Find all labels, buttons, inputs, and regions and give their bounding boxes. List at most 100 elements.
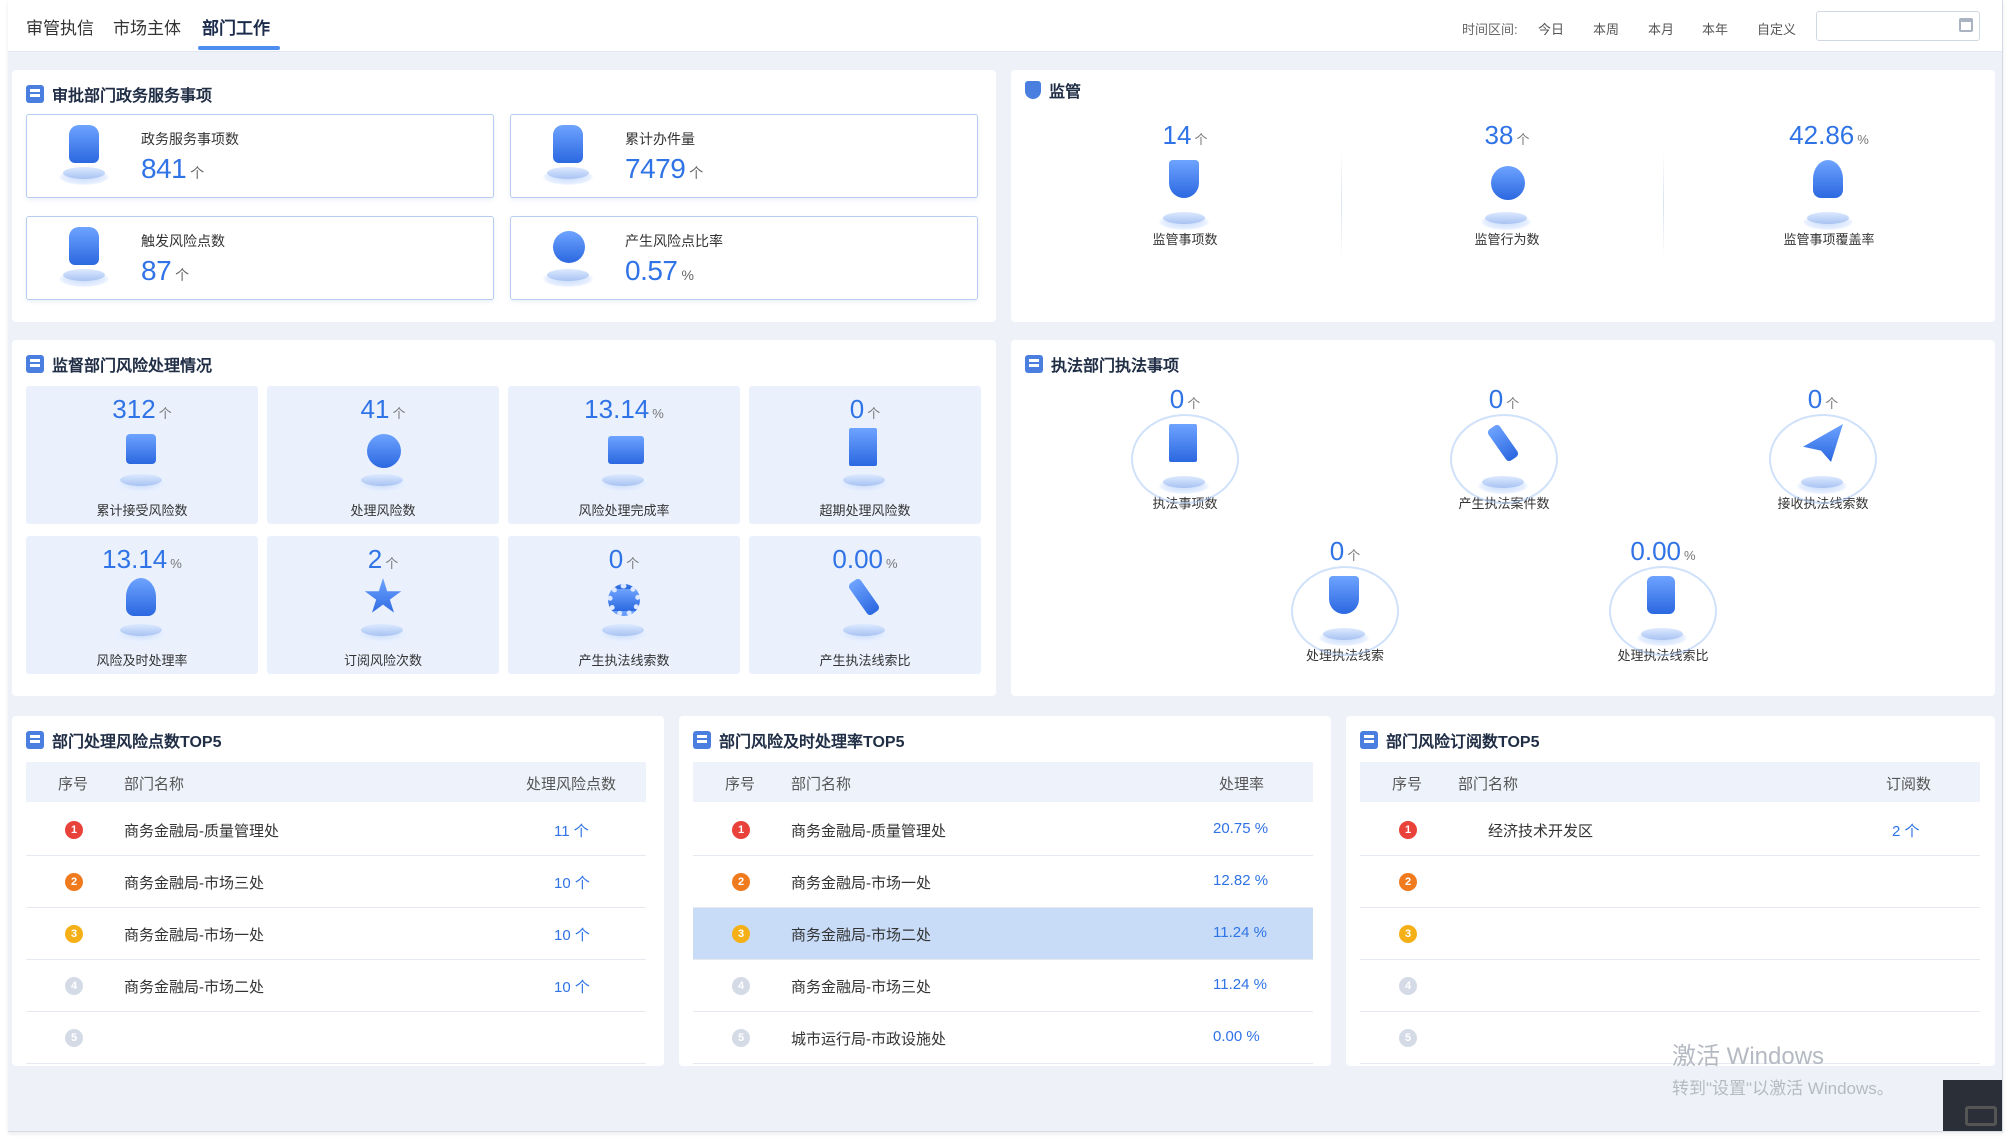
table-row[interactable]: 4 bbox=[1360, 960, 1980, 1012]
row-value: 0.00 % bbox=[1213, 1028, 1260, 1045]
check-badge-icon bbox=[537, 227, 599, 289]
risk-title-text: 监督部门风险处理情况 bbox=[52, 358, 213, 375]
supervision-panel: 监管 14 个 监管事项数 38 个 监管行为数 42.86% 监管事项覆盖率 bbox=[1011, 70, 1995, 322]
dept-name: 商务金融局-质量管理处 bbox=[791, 823, 946, 840]
risk-tile-processed: 41 个 处理风险数 bbox=[267, 386, 499, 524]
tile-label: 累计接受风险数 bbox=[96, 503, 188, 518]
table-row[interactable]: 3 bbox=[1360, 908, 1980, 960]
document-icon bbox=[1631, 576, 1695, 648]
table-row[interactable]: 1 商务金融局-质量管理处 11 个 bbox=[26, 804, 646, 856]
table-row[interactable]: 5 城市运行局-市政设施处 0.00 % bbox=[693, 1012, 1313, 1064]
rank-badge: 4 bbox=[732, 977, 750, 995]
windows-activation-hint: 转到"设置"以激活 Windows。 bbox=[1672, 1079, 1894, 1098]
table-header: 序号 部门名称 订阅数 bbox=[1360, 762, 1980, 802]
col-header-value: 订阅数 bbox=[1886, 776, 1932, 793]
time-option-week[interactable]: 本周 bbox=[1593, 19, 1619, 38]
stat-card-risk-points: 触发风险点数 87 个 bbox=[26, 216, 494, 300]
col-header-value: 处理风险点数 bbox=[526, 776, 617, 793]
time-option-today[interactable]: 今日 bbox=[1538, 19, 1564, 38]
monitor-icon bbox=[592, 428, 656, 494]
gears-icon bbox=[592, 578, 656, 644]
stat-card-service-items: 政务服务事项数 841 个 bbox=[26, 114, 494, 198]
active-tab-indicator bbox=[198, 46, 280, 50]
stat-label: 产生风险点比率 bbox=[625, 233, 723, 249]
top-subscriptions-panel: 部门风险订阅数TOP5 序号 部门名称 订阅数 1 经济技术开发区 2 个 2 3 4 5 bbox=[1346, 716, 1995, 1066]
risk-tile-overdue: 0个 超期处理风险数 bbox=[749, 386, 981, 524]
rank-badge: 3 bbox=[1399, 925, 1417, 943]
supervision-title-text: 监管 bbox=[1049, 84, 1082, 101]
rank-badge: 1 bbox=[65, 821, 83, 839]
row-value: 10 个 bbox=[554, 875, 590, 892]
table-row[interactable]: 2 商务金融局-市场三处 10 个 bbox=[26, 856, 646, 908]
hourglass-icon bbox=[833, 428, 897, 494]
calendar-icon[interactable] bbox=[1959, 18, 1973, 32]
date-range-input[interactable] bbox=[1816, 11, 1980, 41]
taskbar-corner bbox=[1943, 1080, 2002, 1131]
rank-badge: 4 bbox=[65, 977, 83, 995]
paper-plane-icon bbox=[1791, 424, 1855, 496]
building-icon bbox=[26, 731, 44, 749]
metric-supervision-items: 14 个 监管事项数 bbox=[1075, 120, 1295, 248]
risk-panel-title: 监督部门风险处理情况 bbox=[26, 352, 212, 376]
table-row[interactable]: 3 商务金融局-市场二处 11.24 % bbox=[693, 908, 1313, 960]
top-timely-rate-panel: 部门风险及时处理率TOP5 序号 部门名称 处理率 1 商务金融局-质量管理处 20… bbox=[679, 716, 1331, 1066]
col-header-value: 处理率 bbox=[1219, 776, 1265, 793]
table-title-text: 部门风险订阅数TOP5 bbox=[1386, 734, 1540, 751]
table-row[interactable]: 2 bbox=[1360, 856, 1980, 908]
approval-panel-title: 审批部门政务服务事项 bbox=[26, 82, 212, 106]
dept-name: 商务金融局-市场三处 bbox=[791, 979, 931, 996]
person-icon bbox=[1797, 160, 1861, 232]
metric-enforcement-items: 0个 执法事项数 bbox=[1075, 384, 1295, 512]
table-row[interactable]: 1 经济技术开发区 2 个 bbox=[1360, 804, 1980, 856]
dept-name: 经济技术开发区 bbox=[1488, 823, 1594, 840]
table-row[interactable]: 1 商务金融局-质量管理处 20.75 % bbox=[693, 804, 1313, 856]
row-value: 10 个 bbox=[554, 979, 590, 996]
table-row[interactable]: 4 商务金融局-市场三处 11.24 % bbox=[693, 960, 1313, 1012]
document-icon bbox=[1025, 355, 1043, 373]
approval-panel: 审批部门政务服务事项 政务服务事项数 841 个 累计办件量 7479 个 触发风险… bbox=[12, 70, 996, 322]
gavel-icon bbox=[833, 577, 897, 644]
metric-supervision-coverage: 42.86% 监管事项覆盖率 bbox=[1719, 120, 1939, 248]
table-row[interactable]: 5 bbox=[1360, 1012, 1980, 1064]
row-value: 2 个 bbox=[1892, 823, 1920, 840]
tab-review-credit[interactable]: 审管执信 bbox=[26, 14, 94, 39]
time-option-custom[interactable]: 自定义 bbox=[1757, 19, 1796, 38]
building-icon bbox=[26, 355, 44, 373]
dept-name: 商务金融局-市场二处 bbox=[124, 979, 264, 996]
person-icon bbox=[110, 578, 174, 644]
row-value: 11 个 bbox=[554, 823, 589, 840]
tile-label: 风险及时处理率 bbox=[96, 653, 188, 668]
table-header: 序号 部门名称 处理率 bbox=[693, 762, 1313, 802]
table-title-text: 部门风险及时处理率TOP5 bbox=[719, 734, 905, 751]
risk-tile-subscriptions: 2个 订阅风险次数 bbox=[267, 536, 499, 674]
metric-processed-clues: 0个 处理执法线索 bbox=[1235, 536, 1455, 664]
dept-name: 商务金融局-市场一处 bbox=[791, 875, 931, 892]
table-row[interactable]: 2 商务金融局-市场一处 12.82 % bbox=[693, 856, 1313, 908]
hourglass-icon bbox=[1153, 424, 1217, 496]
table-row[interactable]: 3 商务金融局-市场一处 10 个 bbox=[26, 908, 646, 960]
stat-label: 政务服务事项数 bbox=[141, 131, 239, 147]
col-header-dept: 部门名称 bbox=[1458, 776, 1519, 793]
risk-tile-completion-rate: 13.14% 风险处理完成率 bbox=[508, 386, 740, 524]
table-row[interactable]: 5 bbox=[26, 1012, 646, 1064]
divider bbox=[1341, 150, 1342, 260]
metric-enforcement-cases: 0个 产生执法案件数 bbox=[1394, 384, 1614, 512]
stat-card-total-cases: 累计办件量 7479 个 bbox=[510, 114, 978, 198]
tab-department-work[interactable]: 部门工作 bbox=[202, 14, 270, 39]
metric-supervision-actions: 38 个 监管行为数 bbox=[1397, 120, 1617, 248]
rank-badge: 2 bbox=[65, 873, 83, 891]
dept-name: 商务金融局-市场三处 bbox=[124, 875, 264, 892]
rank-badge: 2 bbox=[1399, 873, 1417, 891]
col-header-rank: 序号 bbox=[725, 776, 756, 793]
time-option-month[interactable]: 本月 bbox=[1648, 19, 1674, 38]
row-value: 20.75 % bbox=[1213, 820, 1269, 837]
time-option-year[interactable]: 本年 bbox=[1702, 19, 1728, 38]
table-row[interactable]: 4 商务金融局-市场二处 10 个 bbox=[26, 960, 646, 1012]
table-header: 序号 部门名称 处理风险点数 bbox=[26, 762, 646, 802]
windows-activation-watermark: 激活 Windows bbox=[1672, 1043, 1825, 1070]
dept-name: 商务金融局-质量管理处 bbox=[124, 823, 279, 840]
tile-label: 产生执法线索比 bbox=[819, 653, 911, 668]
check-circle-icon bbox=[351, 428, 415, 494]
tab-market-entities[interactable]: 市场主体 bbox=[113, 14, 181, 39]
tile-label: 订阅风险次数 bbox=[343, 653, 422, 668]
